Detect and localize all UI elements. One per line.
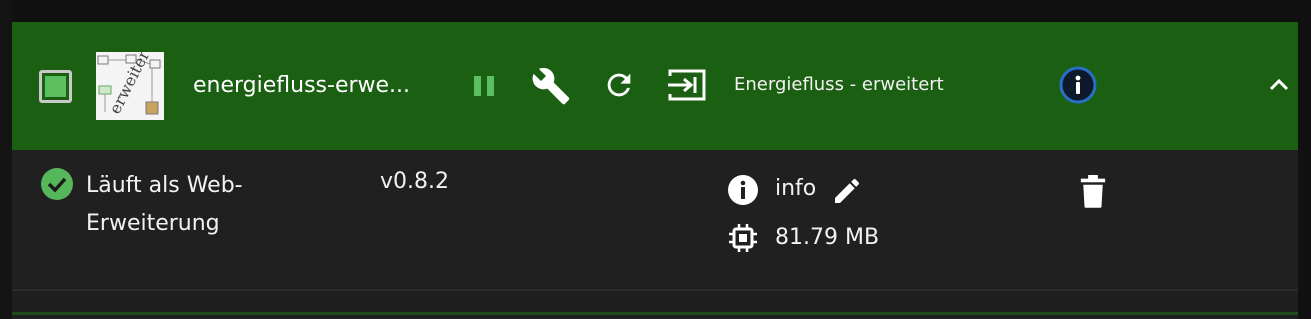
- instance-header: erweitert energiefluss-erwe... Energiefl…: [12, 22, 1298, 150]
- checkbox-fill: [45, 76, 66, 97]
- version-label: v0.8.2: [380, 169, 449, 194]
- adapter-name-label: Energiefluss - erweitert: [734, 74, 944, 95]
- trash-icon[interactable]: [1078, 175, 1108, 209]
- enable-checkbox[interactable]: [39, 70, 72, 103]
- check-circle-svg: [41, 168, 73, 200]
- status-text: Läuft als Web-Erweiterung: [86, 173, 243, 236]
- chevron-svg: [1269, 78, 1289, 91]
- trash-svg: [1080, 175, 1106, 208]
- reload-icon[interactable]: [602, 68, 636, 102]
- pencil-svg: [835, 178, 860, 203]
- instance-title[interactable]: energiefluss-erwe...: [193, 72, 438, 100]
- pencil-icon[interactable]: [831, 175, 863, 207]
- page-margin: [0, 0, 12, 319]
- check-circle-icon: [40, 167, 74, 201]
- info-circle-icon[interactable]: [1059, 66, 1097, 104]
- chevron-up-icon[interactable]: [1268, 76, 1290, 92]
- instance-card: erweitert energiefluss-erwe... Energiefl…: [12, 22, 1298, 289]
- next-card-accent: [12, 312, 1298, 315]
- info-circle-svg: [1059, 66, 1097, 104]
- adapter-thumbnail: erweitert: [96, 52, 164, 120]
- info-icon: [726, 173, 760, 207]
- wrench-icon[interactable]: [531, 66, 571, 106]
- chip-icon: [727, 222, 759, 254]
- open-in-svg: [668, 69, 706, 101]
- wrench-svg: [532, 67, 570, 105]
- pause-icon[interactable]: [472, 69, 498, 101]
- pause-bar-right: [487, 76, 494, 96]
- reload-svg: [607, 73, 631, 97]
- open-in-icon[interactable]: [666, 67, 708, 103]
- log-info-svg: [728, 175, 758, 205]
- chip-svg: [729, 224, 757, 252]
- memory-label: 81.79 MB: [775, 225, 880, 250]
- pause-bar-left: [474, 76, 481, 96]
- log-level-label[interactable]: info: [775, 174, 816, 204]
- next-card-top: [12, 291, 1298, 319]
